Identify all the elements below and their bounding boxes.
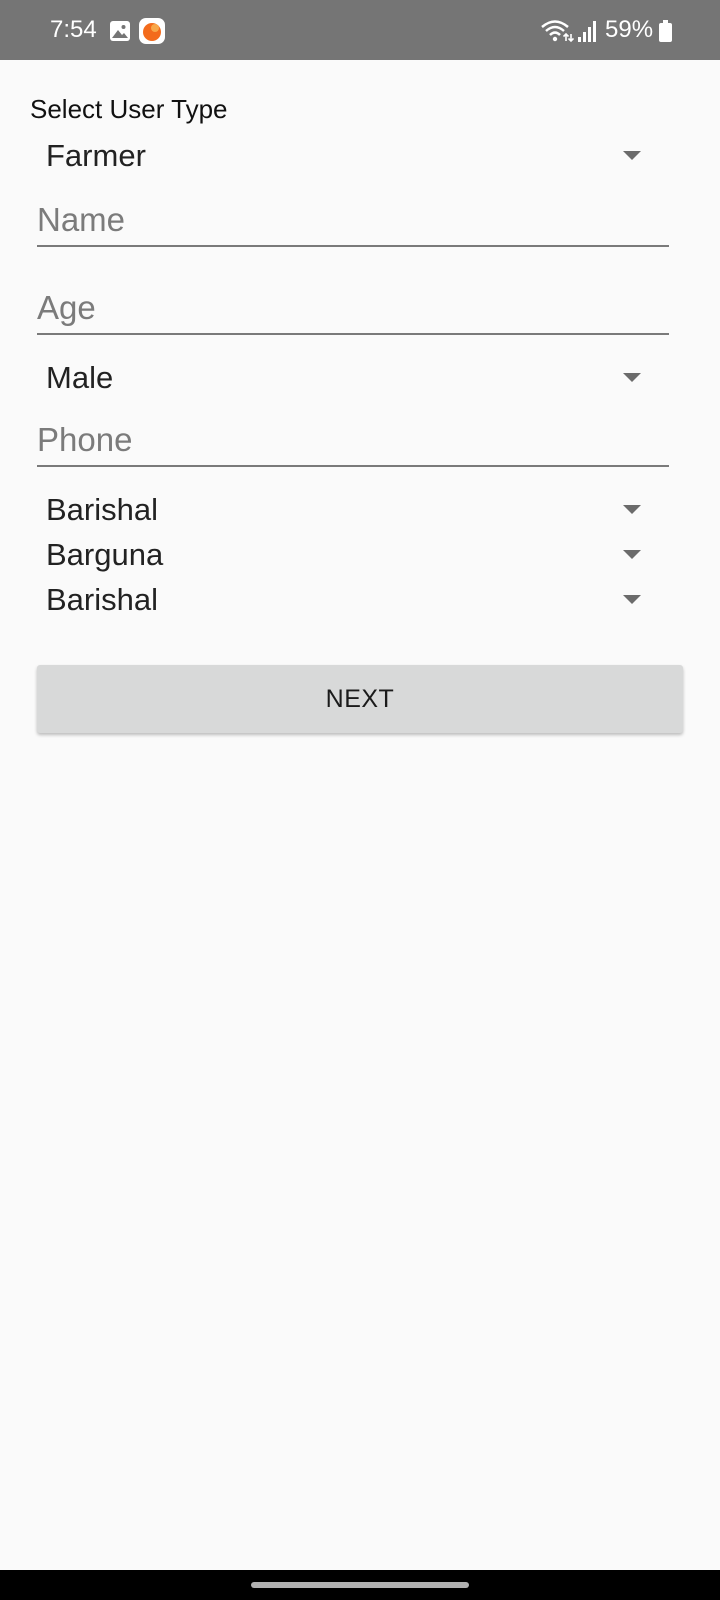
upazila-dropdown[interactable]: Barishal (37, 578, 669, 622)
signal-icon (578, 21, 596, 42)
division-dropdown[interactable]: Barishal (37, 488, 669, 532)
dropdown-arrow-icon (623, 595, 641, 604)
name-input[interactable] (37, 195, 669, 247)
next-button[interactable]: NEXT (37, 665, 683, 733)
phone-input[interactable] (37, 415, 669, 467)
upazila-value: Barishal (46, 582, 158, 617)
home-gesture-handle[interactable] (251, 1582, 469, 1588)
gender-dropdown[interactable]: Male (37, 356, 669, 400)
status-bar: 7:54 59% (0, 0, 720, 60)
user-type-value: Farmer (46, 138, 146, 173)
dropdown-arrow-icon (623, 550, 641, 559)
dropdown-arrow-icon (623, 151, 641, 160)
user-type-dropdown[interactable]: Farmer (37, 134, 669, 178)
battery-icon (659, 20, 672, 42)
wifi-icon (541, 20, 574, 43)
district-dropdown[interactable]: Barguna (37, 533, 669, 577)
status-time: 7:54 (50, 16, 97, 43)
dropdown-arrow-icon (623, 373, 641, 382)
battery-percentage: 59% (605, 16, 654, 43)
app-notification-icon (139, 18, 165, 44)
dropdown-arrow-icon (623, 505, 641, 514)
district-value: Barguna (46, 537, 164, 572)
division-value: Barishal (46, 492, 158, 527)
gallery-icon (110, 21, 130, 41)
navigation-bar (0, 1570, 720, 1600)
age-input[interactable] (37, 283, 669, 335)
gender-value: Male (46, 360, 114, 395)
user-type-label: Select User Type (30, 94, 228, 124)
